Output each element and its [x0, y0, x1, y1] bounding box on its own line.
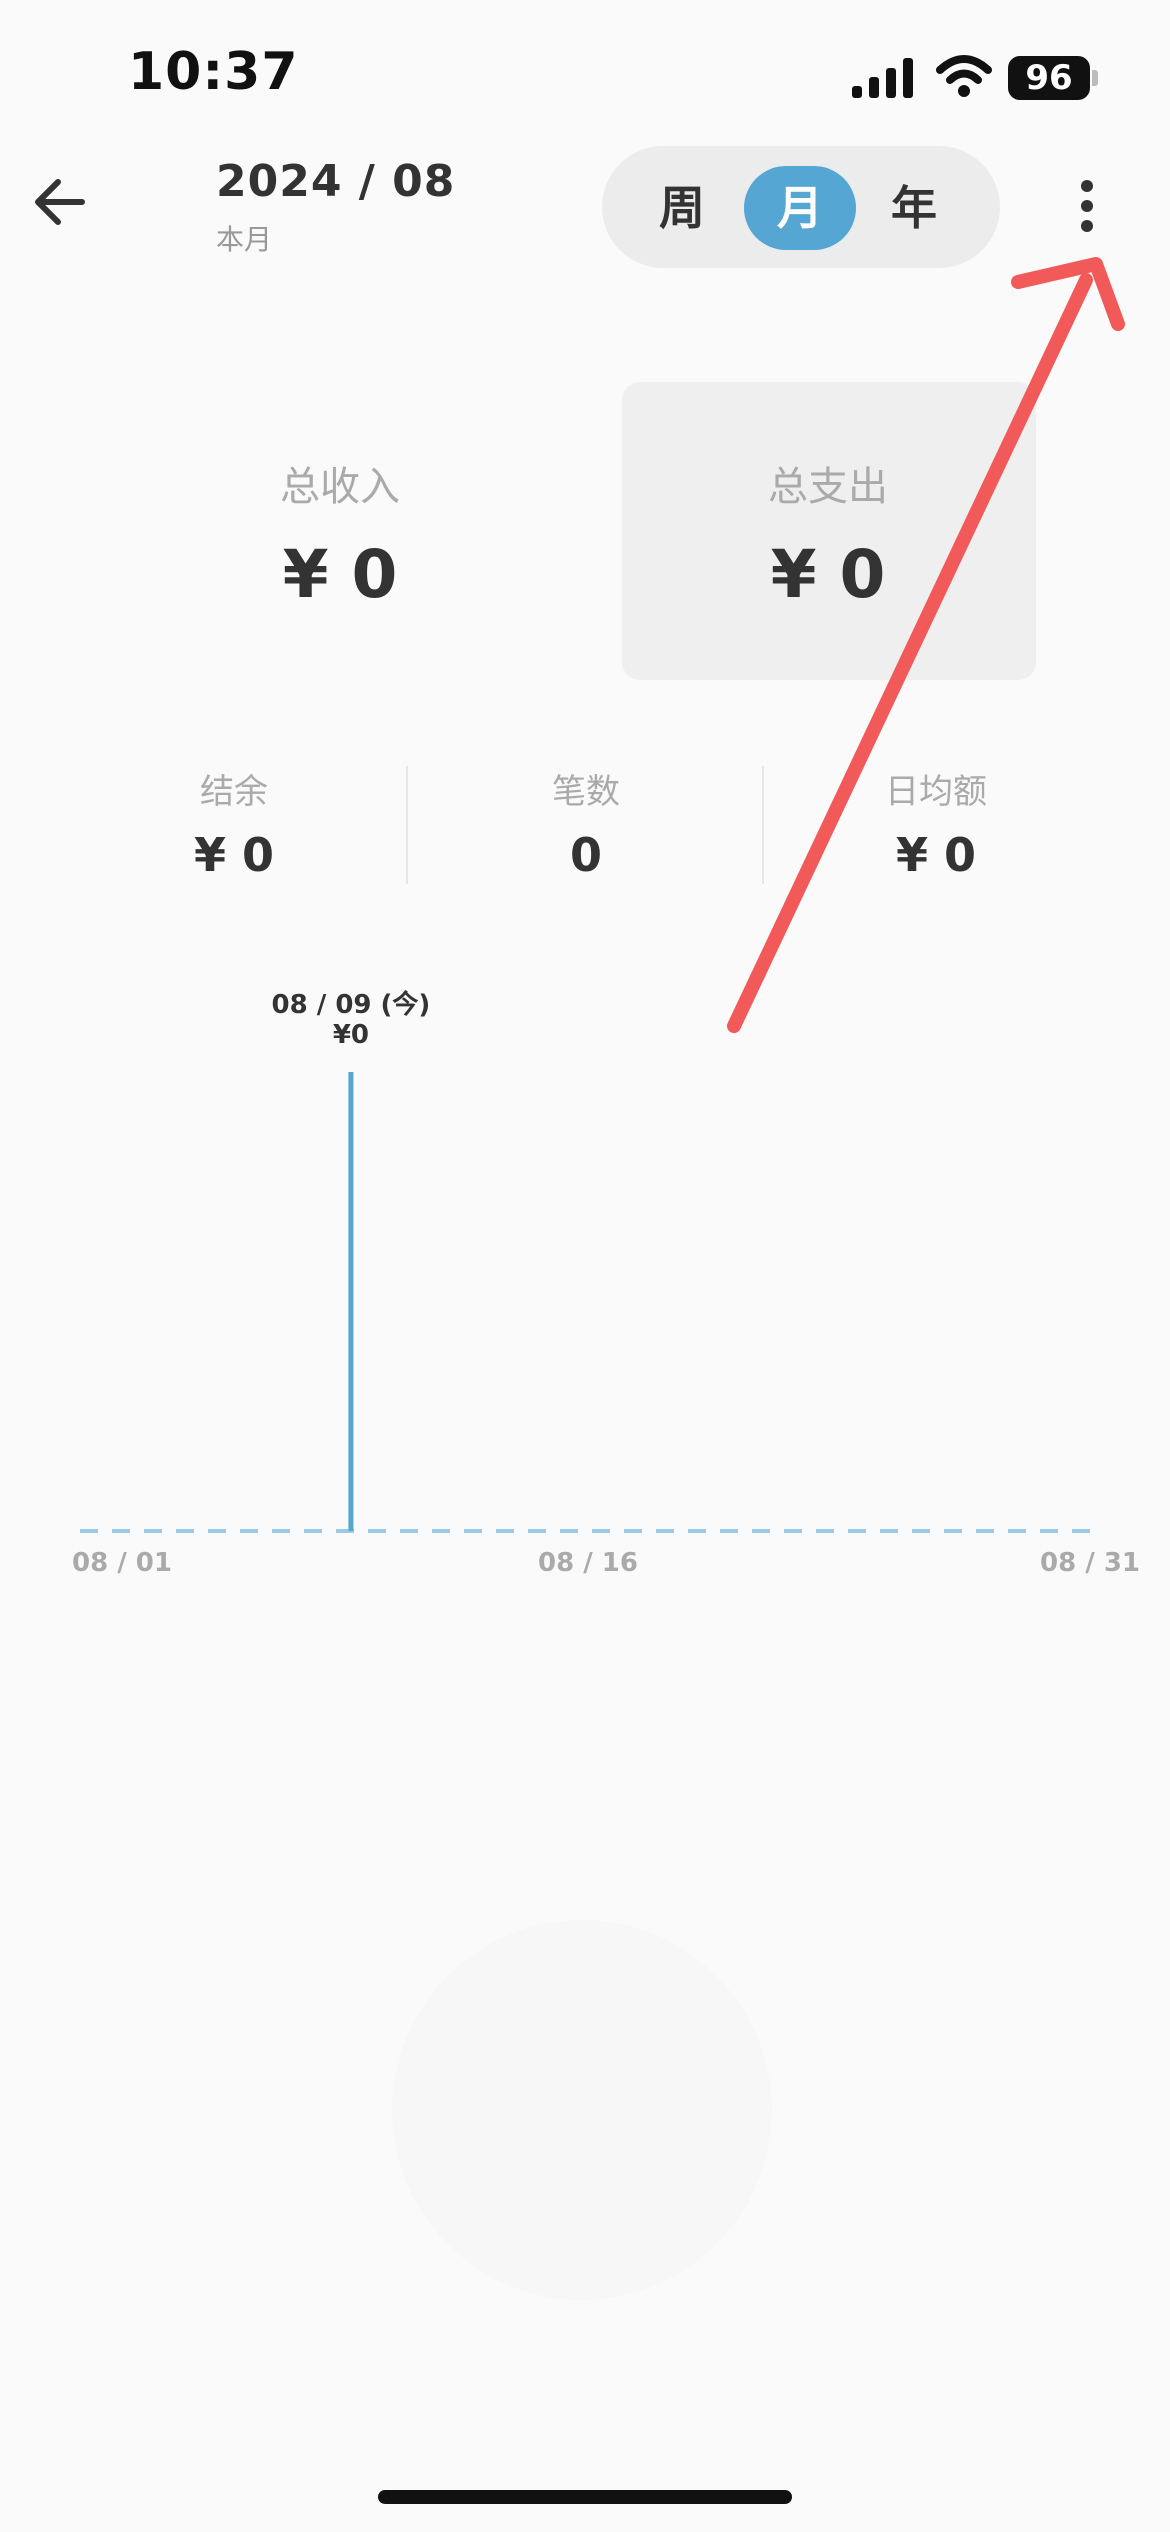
stat-divider: [406, 766, 408, 884]
segment-week[interactable]: 周: [626, 166, 738, 250]
segment-year[interactable]: 年: [858, 166, 970, 250]
x-tick-label: 08 / 01: [72, 1548, 172, 1578]
stat-balance-value: ¥ 0: [193, 828, 275, 882]
daily-chart[interactable]: 08 / 09 (今) ¥0 08 / 01 08 / 16 08 / 31: [0, 980, 1170, 1600]
x-tick-label: 08 / 31: [1040, 1548, 1140, 1578]
decorative-circle: [392, 1920, 772, 2300]
more-vertical-icon[interactable]: [1070, 178, 1104, 234]
income-value: ¥ 0: [282, 536, 398, 613]
period-title[interactable]: 2024 / 08: [216, 156, 455, 207]
stat-count-label: 笔数: [552, 772, 620, 812]
period-subtitle: 本月: [216, 223, 273, 256]
home-indicator: [378, 2490, 792, 2504]
stat-balance-label: 结余: [200, 772, 268, 812]
cellular-signal-icon: [852, 58, 913, 98]
x-tick-label: 08 / 16: [538, 1548, 638, 1578]
stat-count-value: 0: [569, 828, 602, 882]
today-marker-value: ¥0: [333, 1020, 369, 1050]
battery-nub: [1092, 70, 1098, 86]
segment-month[interactable]: 月: [744, 166, 856, 250]
annotation-arrow: [727, 257, 1125, 1033]
today-marker-date: 08 / 09 (今): [272, 989, 431, 1020]
income-label: 总收入: [280, 464, 400, 510]
wifi-icon: [936, 55, 992, 97]
battery-indicator: 96: [1008, 56, 1090, 100]
arrow-left-icon[interactable]: [30, 170, 94, 234]
status-time: 10:37: [128, 42, 299, 102]
